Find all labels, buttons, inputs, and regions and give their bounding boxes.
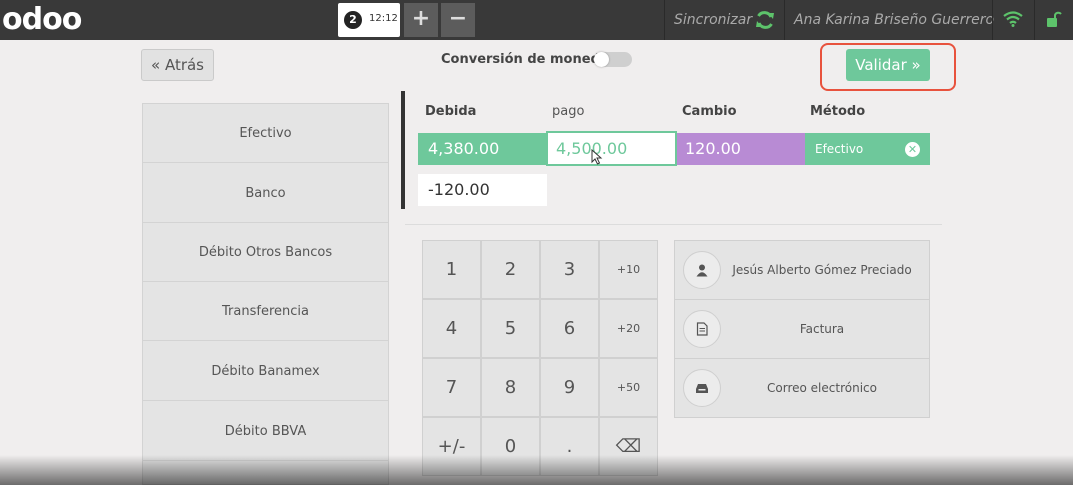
remaining-amount: -120.00 — [418, 174, 547, 206]
column-header-method: Método — [810, 104, 866, 119]
customer-actions-panel: Jesús Alberto Gómez Preciado Factura Cor… — [674, 240, 930, 418]
payment-lines-indicator — [401, 91, 405, 209]
numpad-key-8[interactable]: 8 — [481, 358, 540, 417]
customer-name: Jesús Alberto Gómez Preciado — [732, 263, 912, 277]
numpad-key-4[interactable]: 4 — [422, 299, 481, 358]
user-name[interactable]: Ana Karina Briseño Guerrero — [794, 12, 994, 28]
payment-method-debito-otros-bancos[interactable]: Débito Otros Bancos — [143, 223, 388, 282]
numpad-key-7[interactable]: 7 — [422, 358, 481, 417]
numpad-key-plus-minus[interactable]: +/- — [422, 417, 481, 476]
currency-conversion-toggle[interactable] — [594, 52, 632, 67]
payment-line-change: 120.00 — [677, 133, 805, 165]
numpad-key-9[interactable]: 9 — [540, 358, 599, 417]
sync-label[interactable]: Sincronizar — [674, 12, 752, 28]
currency-conversion-label: Conversión de monedas — [441, 52, 617, 67]
column-header-due: Debida — [425, 104, 477, 119]
numpad-key-0[interactable]: 0 — [481, 417, 540, 476]
payment-methods-list: Efectivo Banco Débito Otros Bancos Trans… — [142, 103, 389, 485]
numpad: 1 2 3 +10 4 5 6 +20 7 8 9 +50 +/- 0 . ⌫ — [422, 240, 659, 478]
customer-button[interactable]: Jesús Alberto Gómez Preciado — [675, 241, 929, 300]
column-header-tendered: pago — [552, 104, 585, 119]
payment-method-debito-banamex[interactable]: Débito Banamex — [143, 342, 388, 401]
validate-highlight-annotation — [820, 43, 956, 91]
email-label: Correo electrónico — [767, 381, 877, 395]
back-button[interactable]: « Atrás — [141, 49, 214, 81]
payment-method-efectivo[interactable]: Efectivo — [143, 104, 388, 163]
divider — [1034, 0, 1035, 40]
numpad-key-5[interactable]: 5 — [481, 299, 540, 358]
column-header-change: Cambio — [682, 104, 737, 119]
backspace-icon[interactable]: ⌫ — [599, 417, 658, 476]
section-divider — [405, 224, 942, 225]
numpad-key-2[interactable]: 2 — [481, 240, 540, 299]
mouse-cursor-icon — [591, 149, 603, 165]
payment-method-transferencia[interactable]: Transferencia — [143, 282, 388, 341]
divider — [992, 0, 993, 40]
payment-method-debito-bbva[interactable]: Débito BBVA — [143, 402, 388, 461]
payment-method-banco[interactable]: Banco — [143, 164, 388, 223]
payment-line-tendered-input[interactable]: 4,500.00 — [546, 131, 677, 166]
payment-line-due: 4,380.00 — [418, 133, 547, 165]
numpad-key-plus10[interactable]: +10 — [599, 240, 658, 299]
order-tab[interactable]: 2 12:12 — [338, 3, 400, 37]
email-button[interactable]: Correo electrónico — [675, 359, 929, 418]
invoice-button[interactable]: Factura — [675, 300, 929, 359]
remove-order-button[interactable]: − — [441, 3, 475, 37]
numpad-key-1[interactable]: 1 — [422, 240, 481, 299]
numpad-key-6[interactable]: 6 — [540, 299, 599, 358]
divider — [664, 0, 665, 40]
numpad-key-3[interactable]: 3 — [540, 240, 599, 299]
invoice-label: Factura — [799, 322, 845, 336]
divider — [784, 0, 785, 40]
sync-icon[interactable] — [754, 9, 776, 31]
numpad-key-decimal[interactable]: . — [540, 417, 599, 476]
numpad-key-plus50[interactable]: +50 — [599, 358, 658, 417]
wifi-icon — [1003, 11, 1023, 27]
order-number: 2 — [344, 11, 362, 29]
lock-icon[interactable] — [1046, 10, 1062, 28]
numpad-key-plus20[interactable]: +20 — [599, 299, 658, 358]
odoo-logo: odoo — [2, 2, 82, 37]
add-order-button[interactable]: + — [404, 3, 438, 37]
close-icon[interactable]: ✕ — [905, 142, 920, 157]
payment-line[interactable]: 4,380.00 4,500.00 120.00 Efectivo ✕ — [418, 131, 930, 166]
order-time: 12:12 — [369, 13, 398, 24]
top-bar: odoo 2 12:12 + − Sincronizar Ana Karina … — [0, 0, 1073, 40]
toggle-knob — [594, 52, 609, 67]
